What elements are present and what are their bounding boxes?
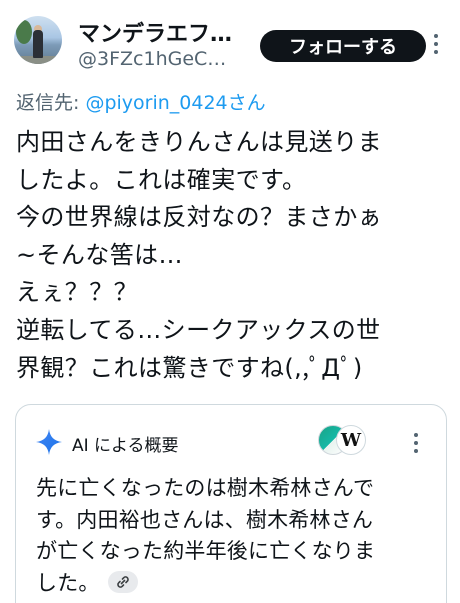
tweet-line: 今の世界線は反対なの？まさかぁ: [16, 203, 382, 232]
ai-text-last-line: した。: [36, 568, 436, 600]
ai-overview-card[interactable]: AI による概要 W 先に亡くなったのは樹木希林さんで す。内田裕也さんは、樹木…: [15, 404, 447, 603]
tweet-line: 界観？これは驚きですね(,,ﾟДﾟ): [16, 353, 363, 382]
reply-to-prefix: 返信先:: [16, 92, 86, 114]
tweet-text: 内田さんをきりんさんは見送りま したよ。これは確実です。 今の世界線は反対なの？…: [16, 124, 446, 387]
tweet-line: 内田さんをきりんさんは見送りま: [16, 128, 382, 156]
reply-to-mention[interactable]: @piyorin_0424さん: [85, 92, 265, 114]
follow-button[interactable]: フォローする: [260, 30, 426, 62]
user-handle[interactable]: @3FZc1hGeC…: [78, 48, 226, 70]
ai-text-line: が亡くなった約半年後に亡くなりま: [36, 539, 376, 563]
reply-to-line: 返信先: @piyorin_0424さん: [16, 88, 266, 115]
more-options-icon[interactable]: [432, 34, 440, 56]
more-options-icon[interactable]: [412, 433, 420, 455]
ai-text-line: した。: [36, 570, 100, 595]
tweet-header: マンデラエフ… @3FZc1hGeC… フォローする: [14, 10, 446, 72]
display-name[interactable]: マンデラエフ…: [78, 16, 232, 48]
source-icons[interactable]: W: [318, 425, 366, 455]
tweet-line: えぇ？？？: [16, 278, 138, 307]
tweet-line: 逆転してる…シークアックスの世: [16, 315, 381, 344]
ai-overview-label: AI による概要: [72, 436, 179, 456]
ai-overview-text: 先に亡くなったのは樹木希林さんで す。内田裕也さんは、樹木希林さん が亡くなった…: [36, 473, 436, 599]
tweet-line: したよ。これは確実です。: [16, 165, 307, 194]
link-icon[interactable]: [107, 570, 138, 593]
avatar-tree: [16, 20, 32, 44]
avatar-person: [33, 30, 43, 58]
wikipedia-icon: W: [336, 425, 366, 455]
ai-sparkle-icon: [36, 429, 62, 455]
ai-text-line: す。内田裕也さんは、樹木希林さん: [36, 507, 374, 532]
avatar[interactable]: [14, 16, 62, 64]
tweet-line: ~そんな筈は…: [16, 240, 183, 269]
ai-text-line: 先に亡くなったのは樹木希林さんで: [36, 476, 375, 500]
